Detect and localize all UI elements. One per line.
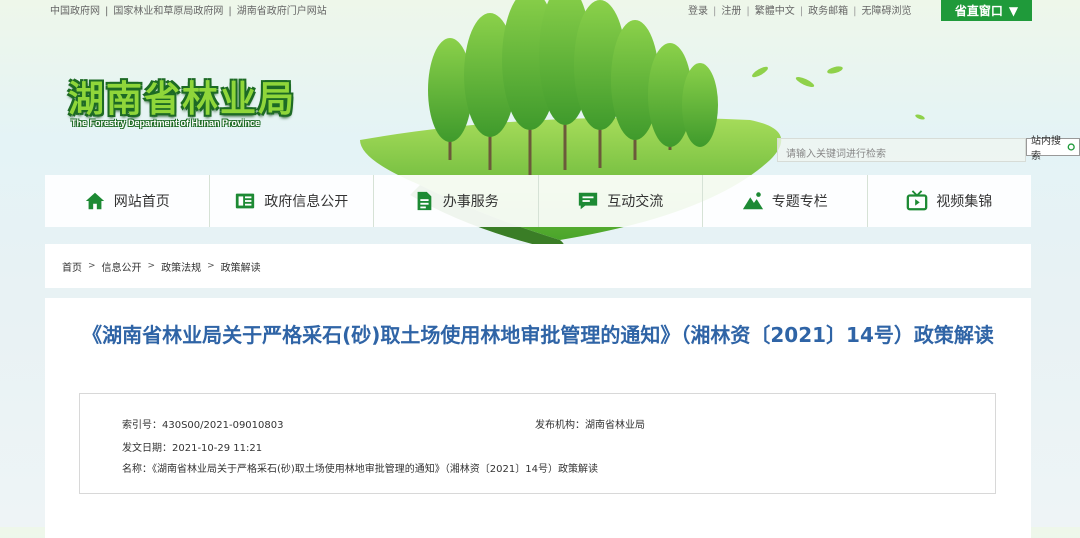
meta-index-label: 索引号： (122, 420, 162, 431)
article-title: 《湖南省林业局关于严格采石(砂)取土场使用林地审批管理的通知》（湘林资〔2021… (82, 323, 994, 347)
chevron-right-icon: > (207, 261, 215, 271)
meta-date-label: 发文日期： (122, 443, 172, 454)
breadcrumb-interpretation[interactable]: 政策解读 (221, 259, 261, 274)
nav-label-services: 办事服务 (442, 194, 499, 210)
nav-item-gov-info[interactable]: 政府信息公开 (210, 175, 374, 227)
nav-item-topics[interactable]: 专题专栏 (703, 175, 868, 227)
chevron-right-icon: > (147, 261, 156, 271)
meta-date: 发文日期：2021-10-29 11:21 (122, 439, 262, 454)
meta-publisher-value: 湖南省林业局 (585, 420, 645, 431)
site-logo-english: The Forestry Department of Hunan Provinc… (71, 118, 261, 128)
search-input[interactable]: 请输入关键词进行检索 (777, 138, 1026, 162)
meta-index-value: 430S00/2021-09010803 (162, 420, 284, 431)
info-card-icon (236, 193, 255, 209)
meta-publisher: 发布机构：湖南省林业局 (535, 416, 645, 431)
nav-label-gov-info: 政府信息公开 (264, 194, 349, 210)
top-links-left: 中国政府网 | 国家林业和草原局政府网 | 湖南省政府门户网站 (50, 2, 327, 17)
meta-name: 名称：《湖南省林业局关于严格采石(砂)取土场使用林地审批管理的通知》（湘林资〔2… (122, 460, 598, 475)
document-icon (417, 191, 432, 211)
nav-label-home: 网站首页 (113, 194, 170, 210)
nav-item-services[interactable]: 办事服务 (374, 175, 539, 227)
meta-publisher-label: 发布机构： (535, 420, 585, 431)
nav-label-interaction: 互动交流 (607, 194, 664, 210)
link-china-gov[interactable]: 中国政府网 (50, 6, 100, 17)
site-search-label: 站内搜索 (1031, 136, 1061, 162)
home-icon (85, 192, 104, 210)
article-metadata: 索引号：430S00/2021-09010803 发布机构：湖南省林业局 发文日… (79, 393, 996, 494)
nav-label-topics: 专题专栏 (771, 194, 828, 210)
link-forestry-admin[interactable]: 国家林业和草原局政府网 (113, 6, 223, 17)
nav-item-home[interactable]: 网站首页 (45, 175, 210, 227)
site-search-button[interactable]: 站内搜索 (1026, 136, 1080, 162)
chat-icon (579, 192, 598, 210)
site-logo-chinese[interactable]: 湖南省林业局 (68, 70, 296, 122)
search-icon (1067, 143, 1075, 151)
breadcrumb-info[interactable]: 信息公开 (102, 259, 142, 274)
article-panel: 《湖南省林业局关于严格采石(砂)取土场使用林地审批管理的通知》（湘林资〔2021… (45, 298, 1031, 538)
breadcrumb-home[interactable]: 首页 (62, 259, 82, 274)
tv-icon (906, 190, 928, 211)
mountain-icon (742, 192, 763, 210)
nav-item-interaction[interactable]: 互动交流 (539, 175, 703, 227)
search-placeholder: 请输入关键词进行检索 (786, 149, 886, 160)
divider: | (105, 6, 109, 17)
meta-index: 索引号：430S00/2021-09010803 (122, 416, 283, 431)
chevron-right-icon: > (88, 261, 96, 271)
meta-name-label: 名称： (122, 464, 152, 475)
nav-label-videos: 视频集锦 (936, 194, 993, 210)
nav-item-videos[interactable]: 视频集锦 (868, 175, 1032, 227)
breadcrumb: 首页 > 信息公开 > 政策法规 > 政策解读 (45, 244, 1031, 288)
link-hunan-gov[interactable]: 湖南省政府门户网站 (237, 6, 327, 17)
meta-date-value: 2021-10-29 11:21 (172, 443, 263, 454)
main-nav: 网站首页 政府信息公开 办事服务 互动交流 专题专栏 视频集锦 (45, 175, 1031, 227)
breadcrumb-policy[interactable]: 政策法规 (161, 259, 201, 274)
meta-name-value: 《湖南省林业局关于严格采石(砂)取土场使用林地审批管理的通知》（湘林资〔2021… (152, 464, 598, 475)
divider: | (228, 6, 232, 17)
